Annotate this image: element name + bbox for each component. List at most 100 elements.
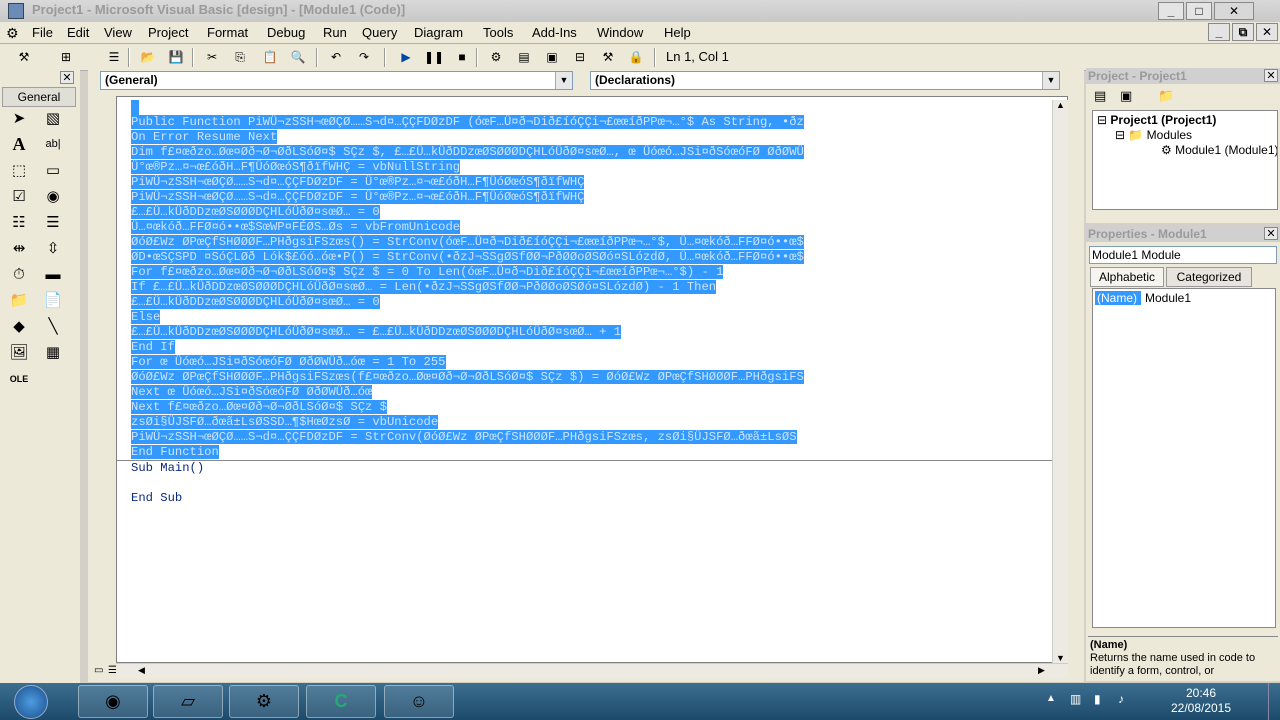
taskbar-app4-icon[interactable]: C: [306, 685, 376, 718]
close-button[interactable]: ✕: [1214, 2, 1254, 20]
checkbox-icon[interactable]: ☑: [6, 186, 32, 208]
object-combo[interactable]: (General) ▼: [100, 71, 573, 90]
code-line-selected[interactable]: PiWÜ¬zSSH¬œØÇØ……S¬d¤…ÇÇFDØzDF = Ü°œ®Pz…¤…: [131, 175, 1067, 190]
timer-icon[interactable]: ⏱: [6, 264, 32, 286]
code-line-selected[interactable]: ØóØ£Wz ØPœÇfSHØØØF…PHðgsiFSzœs(f£¤œðzo…Ø…: [131, 370, 1067, 385]
menu-run[interactable]: Run: [323, 25, 347, 40]
object-browser-icon[interactable]: ⊟: [570, 48, 590, 66]
code-line-selected[interactable]: If £…£Ü…kÜðDDzœØSØØØDÇHLóÜðØ¤sœØ… = Len(…: [131, 280, 1067, 295]
undo-icon[interactable]: ↶: [326, 48, 346, 66]
start-button-icon[interactable]: [14, 685, 48, 719]
hscrollbar-icon[interactable]: ⇹: [6, 238, 32, 260]
label-icon[interactable]: A: [6, 133, 32, 155]
menu-edit[interactable]: Edit: [67, 25, 89, 40]
taskbar-chrome-icon[interactable]: ◉: [78, 685, 148, 718]
system-clock[interactable]: 20:46 22/08/2015: [1166, 686, 1236, 716]
code-line-selected[interactable]: Next f£¤œðzo…Øœ¤Øð¬Ø¬ØðLSóØ¤$ SÇz $: [131, 400, 1067, 415]
menu-tools[interactable]: Tools: [483, 25, 513, 40]
tree-node-project1[interactable]: ⊟ Project1 (Project1): [1097, 113, 1216, 127]
show-desktop-button[interactable]: [1268, 683, 1280, 720]
menu-debug[interactable]: Debug: [267, 25, 305, 40]
code-editor[interactable]: Public Function PiWÜ¬zSSH¬œØÇØ……S¬d¤…ÇÇF…: [116, 96, 1068, 663]
tray-volume-icon[interactable]: ♪: [1118, 692, 1124, 706]
taskbar-app5-icon[interactable]: ☺: [384, 685, 454, 718]
project-explorer-icon[interactable]: ⚙: [486, 48, 506, 66]
tab-categorized[interactable]: Categorized: [1166, 267, 1252, 287]
menu-view[interactable]: View: [104, 25, 132, 40]
project-explorer-close-icon[interactable]: ✕: [1264, 69, 1278, 82]
drivelistbox-icon[interactable]: ▬: [40, 264, 66, 286]
properties-close-icon[interactable]: ✕: [1264, 227, 1278, 240]
code-line-selected[interactable]: ØóØ£Wz ØPœÇfSHØØØF…PHðgsiFSzœs() = StrCo…: [131, 235, 1067, 250]
open-project-icon[interactable]: 📂: [138, 48, 158, 66]
vertical-scrollbar[interactable]: ▲ ▼: [1052, 100, 1068, 663]
view-code-icon[interactable]: ▤: [1094, 88, 1106, 104]
procedure-view-icon[interactable]: ▭: [94, 665, 103, 676]
tree-node-modules[interactable]: ⊟ 📁 Modules: [1115, 128, 1192, 142]
scroll-up-icon[interactable]: ▲: [1056, 100, 1065, 110]
menu-window[interactable]: Window: [597, 25, 643, 40]
code-line-selected[interactable]: On Error Resume Next: [131, 130, 1067, 145]
textbox-icon[interactable]: ab|: [40, 133, 66, 155]
toolbox-icon[interactable]: ⚒: [598, 48, 618, 66]
code-line-selected[interactable]: £…£Ü…kÜðDDzœØSØØØDÇHLóÜðØ¤sœØ… = 0: [131, 295, 1067, 310]
code-line-selected[interactable]: End Function: [131, 445, 1067, 460]
full-module-view-icon[interactable]: ☰: [108, 665, 117, 676]
maximize-button[interactable]: □: [1186, 2, 1212, 20]
add-module-icon[interactable]: ⊞: [56, 48, 76, 66]
picturebox-icon[interactable]: ▧: [40, 108, 66, 130]
code-line[interactable]: [131, 476, 1067, 491]
minimize-button[interactable]: _: [1158, 2, 1184, 20]
code-line-selected[interactable]: Public Function PiWÜ¬zSSH¬œØÇØ……S¬d¤…ÇÇF…: [131, 115, 1067, 130]
scroll-right-icon[interactable]: ▶: [1038, 665, 1045, 676]
tray-battery-icon[interactable]: ▮: [1094, 692, 1101, 706]
code-line-selected[interactable]: PiWÜ¬zSSH¬œØÇØ……S¬d¤…ÇÇFDØzDF = StrConv(…: [131, 430, 1067, 445]
code-line-selected[interactable]: Ü…¤œkóð…FFØ¤ó••œ$SœWP¤FÉØS…Øs = vbFromUn…: [131, 220, 1067, 235]
chevron-down-icon[interactable]: ▼: [555, 72, 572, 89]
code-line-selected[interactable]: Else: [131, 310, 1067, 325]
code-line-selected[interactable]: For f£¤œðzo…Øœ¤Øð¬Ø¬ØðLSóØ¤$ SÇz $ = 0 T…: [131, 265, 1067, 280]
menu-editor-icon[interactable]: ☰: [104, 48, 124, 66]
code-line-selected[interactable]: Next œ Üóœó…JSi¤ðSóœóFØ ØðØWÜð…óœ: [131, 385, 1067, 400]
listbox-icon[interactable]: ☰: [40, 212, 66, 234]
toolbox-tab-general[interactable]: General: [2, 87, 76, 107]
filelistbox-icon[interactable]: 📄: [40, 290, 66, 312]
code-line-selected[interactable]: ØD•œSÇSPD ¤SóÇLØð Lók$£óó…óœ•P() = StrCo…: [131, 250, 1067, 265]
vscrollbar-icon[interactable]: ⇳: [40, 238, 66, 260]
menu-add-ins[interactable]: Add-Ins: [532, 25, 577, 40]
property-name[interactable]: (Name): [1095, 291, 1141, 305]
pointer-icon[interactable]: ➤: [6, 108, 32, 130]
tab-alphabetic[interactable]: Alphabetic: [1090, 267, 1164, 287]
code-line[interactable]: Sub Main(): [131, 461, 1067, 476]
code-line-selected[interactable]: [131, 100, 1067, 115]
code-line-selected[interactable]: End If: [131, 340, 1067, 355]
menu-project[interactable]: Project: [148, 25, 188, 40]
margin-indicator-bar[interactable]: [88, 96, 115, 678]
scroll-left-icon[interactable]: ◀: [138, 665, 145, 676]
menu-query[interactable]: Query: [362, 25, 397, 40]
toggle-folders-icon[interactable]: 📁: [1158, 88, 1174, 104]
tree-node-module1[interactable]: ⚙ Module1 (Module1): [1161, 143, 1277, 157]
code-line-selected[interactable]: zsØi§ÜJSFØ…ðœã±LsØSSD…¶$HœØzsØ = vbUnico…: [131, 415, 1067, 430]
chevron-down-icon[interactable]: ▼: [1042, 72, 1059, 89]
procedure-combo[interactable]: (Declarations) ▼: [590, 71, 1060, 90]
tray-network-icon[interactable]: ▥: [1070, 692, 1081, 706]
code-line-selected[interactable]: £…£Ü…kÜðDDzœØSØØØDÇHLóÜðØ¤sœØ… = 0: [131, 205, 1067, 220]
combobox-icon[interactable]: ☷: [6, 212, 32, 234]
properties-window-icon[interactable]: ▤: [514, 48, 534, 66]
break-icon[interactable]: ❚❚: [424, 48, 444, 66]
mdi-minimize-button[interactable]: _: [1208, 23, 1230, 41]
redo-icon[interactable]: ↷: [354, 48, 374, 66]
menu-diagram[interactable]: Diagram: [414, 25, 463, 40]
add-project-icon[interactable]: ⚒: [14, 48, 34, 66]
line-icon[interactable]: ╲: [40, 316, 66, 338]
mdi-close-button[interactable]: ✕: [1256, 23, 1278, 41]
copy-icon[interactable]: ⎘: [230, 48, 250, 66]
properties-object-combo[interactable]: Module1 Module: [1089, 246, 1277, 264]
taskbar-app3-icon[interactable]: ⚙: [229, 685, 299, 718]
toolbox-close-icon[interactable]: ✕: [60, 71, 74, 84]
menu-format[interactable]: Format: [207, 25, 248, 40]
start-icon[interactable]: ▶: [396, 48, 416, 66]
find-icon[interactable]: 🔍: [288, 48, 308, 66]
menu-help[interactable]: Help: [664, 25, 691, 40]
